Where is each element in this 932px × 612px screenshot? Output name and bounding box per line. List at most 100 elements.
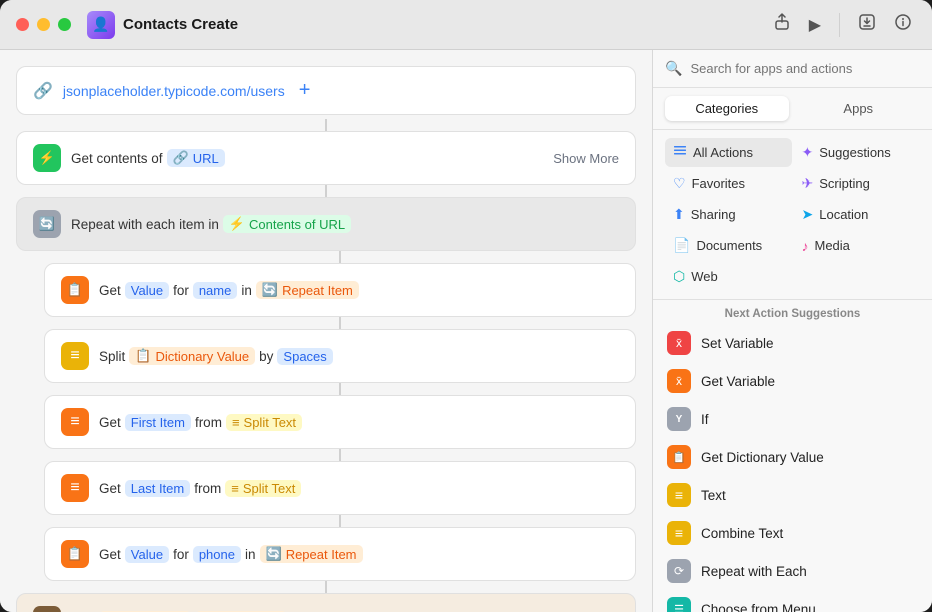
category-web[interactable]: ⬡ Web <box>665 262 792 291</box>
media-label: Media <box>815 238 850 253</box>
step-content-get-value-phone: Get Value for phone in 🔄 Repeat Item <box>99 545 619 563</box>
token-first-item: First Item <box>125 414 191 431</box>
category-all-actions[interactable]: All Actions <box>665 138 792 167</box>
favorites-label: Favorites <box>692 176 745 191</box>
suggestion-combine-text[interactable]: ≡ Combine Text <box>653 514 932 552</box>
categories-grid: All Actions ✦ Suggestions ♡ Favorites ✈ … <box>653 130 932 300</box>
web-label: Web <box>691 269 718 284</box>
step-get-value-phone[interactable]: 📋 Get Value for phone in 🔄 Repeat Item <box>44 527 636 581</box>
step-get-contents[interactable]: ⚡ Get contents of 🔗 URL Show More <box>16 131 636 185</box>
text-label: Text <box>701 488 726 503</box>
maximize-button[interactable] <box>58 18 71 31</box>
set-variable-icon: x̄ <box>667 331 691 355</box>
info-button[interactable] <box>890 9 916 40</box>
get-variable-icon: x̄ <box>667 369 691 393</box>
suggestion-choose-from-menu[interactable]: ☰ Choose from Menu <box>653 590 932 612</box>
search-input[interactable] <box>690 61 920 76</box>
connector-5 <box>339 383 341 395</box>
set-variable-label: Set Variable <box>701 336 774 351</box>
tab-apps[interactable]: Apps <box>797 96 921 121</box>
step-icon-repeat: 🔄 <box>33 210 61 238</box>
repeat-icon-2: 🔄 <box>266 546 282 562</box>
split-icon-2: ≡ <box>231 481 239 496</box>
suggestion-repeat-with-each[interactable]: ⟳ Repeat with Each <box>653 552 932 590</box>
suggestions-header: Next Action Suggestions <box>653 300 932 324</box>
category-documents[interactable]: 📄 Documents <box>665 231 792 260</box>
suggestion-get-variable[interactable]: x̄ Get Variable <box>653 362 932 400</box>
step-icon-get-contents: ⚡ <box>33 144 61 172</box>
run-button[interactable]: ▶ <box>805 11 825 39</box>
link-icon: 🔗 <box>33 81 53 101</box>
step-content-get-first: Get First Item from ≡ Split Text <box>99 414 619 431</box>
step-content-split: Split 📋 Dictionary Value by Spaces <box>99 347 619 365</box>
step-icon-get-first: ≡ <box>61 408 89 436</box>
traffic-lights <box>16 18 71 31</box>
category-scripting[interactable]: ✈ Scripting <box>794 169 921 198</box>
connector-6 <box>339 449 341 461</box>
download-icon <box>858 13 876 31</box>
repeat-each-label: Repeat with Each <box>701 564 807 579</box>
info-icon <box>894 13 912 31</box>
step-icon-split: ≡ <box>61 342 89 370</box>
step-content-get-contents: Get contents of 🔗 URL <box>71 149 543 167</box>
sharing-label: Sharing <box>691 207 736 222</box>
repeat-icon-1: 🔄 <box>262 282 278 298</box>
step-content-get-value-name: Get Value for name in 🔄 Repeat Item <box>99 281 619 299</box>
if-label: If <box>701 412 709 427</box>
category-suggestions[interactable]: ✦ Suggestions <box>794 138 921 167</box>
share-button[interactable] <box>769 9 795 40</box>
tab-row: Categories Apps <box>653 88 932 130</box>
step-get-value-name[interactable]: 📋 Get Value for name in 🔄 Repeat Item <box>44 263 636 317</box>
scripting-label: Scripting <box>819 176 870 191</box>
split-icon-1: ≡ <box>232 415 240 430</box>
sharing-icon: ⬆ <box>673 206 685 223</box>
step-icon-get-value-name: 📋 <box>61 276 89 304</box>
choose-menu-icon: ☰ <box>667 597 691 612</box>
category-favorites[interactable]: ♡ Favorites <box>665 169 792 198</box>
category-location[interactable]: ➤ Location <box>794 200 921 229</box>
step-split[interactable]: ≡ Split 📋 Dictionary Value by Spaces <box>44 329 636 383</box>
combine-text-icon: ≡ <box>667 521 691 545</box>
token-url: 🔗 URL <box>167 149 225 167</box>
combine-text-label: Combine Text <box>701 526 783 541</box>
step-repeat[interactable]: 🔄 Repeat with each item in ⚡ Contents of… <box>16 197 636 251</box>
title-right-actions: ▶ <box>769 9 916 40</box>
step-content-get-last: Get Last Item from ≡ Split Text <box>99 480 619 497</box>
all-actions-icon <box>673 144 687 161</box>
close-button[interactable] <box>16 18 29 31</box>
category-sharing[interactable]: ⬆ Sharing <box>665 200 792 229</box>
url-bar[interactable]: 🔗 jsonplaceholder.typicode.com/users + <box>16 66 636 115</box>
location-label: Location <box>819 207 868 222</box>
dict-icon: 📋 <box>135 348 151 364</box>
token-last-item: Last Item <box>125 480 190 497</box>
suggestion-get-dictionary-value[interactable]: 📋 Get Dictionary Value <box>653 438 932 476</box>
show-more-get-contents[interactable]: Show More <box>553 151 619 166</box>
if-icon: Y <box>667 407 691 431</box>
url-text: jsonplaceholder.typicode.com/users <box>63 83 285 99</box>
connector-7 <box>339 515 341 527</box>
favorites-icon: ♡ <box>673 175 686 192</box>
url-add-button[interactable]: + <box>299 79 311 102</box>
step-content-repeat: Repeat with each item in ⚡ Contents of U… <box>71 215 619 233</box>
category-media[interactable]: ♪ Media <box>794 231 921 260</box>
tab-categories[interactable]: Categories <box>665 96 789 121</box>
documents-label: Documents <box>696 238 762 253</box>
get-variable-label: Get Variable <box>701 374 775 389</box>
step-get-last[interactable]: ≡ Get Last Item from ≡ Split Text <box>44 461 636 515</box>
token-split-text-1: ≡ Split Text <box>226 414 302 431</box>
step-add-contacts[interactable]: 👤 Add 📋 FirstName 📋 LastName to Contacts… <box>16 593 636 612</box>
documents-icon: 📄 <box>673 237 690 254</box>
minimize-button[interactable] <box>37 18 50 31</box>
step-get-first[interactable]: ≡ Get First Item from ≡ Split Text <box>44 395 636 449</box>
search-bar: 🔍 <box>653 50 932 88</box>
suggestion-if[interactable]: Y If <box>653 400 932 438</box>
connector-3 <box>339 251 341 263</box>
suggestion-set-variable[interactable]: x̄ Set Variable <box>653 324 932 362</box>
repeat-each-icon: ⟳ <box>667 559 691 583</box>
main-content: 🔗 jsonplaceholder.typicode.com/users + ⚡… <box>0 50 932 612</box>
download-button[interactable] <box>854 9 880 40</box>
suggestion-text[interactable]: ≡ Text <box>653 476 932 514</box>
token-name: name <box>193 282 238 299</box>
repeat-inner-steps: 📋 Get Value for name in 🔄 Repeat Item <box>44 251 636 581</box>
token-phone: phone <box>193 546 241 563</box>
